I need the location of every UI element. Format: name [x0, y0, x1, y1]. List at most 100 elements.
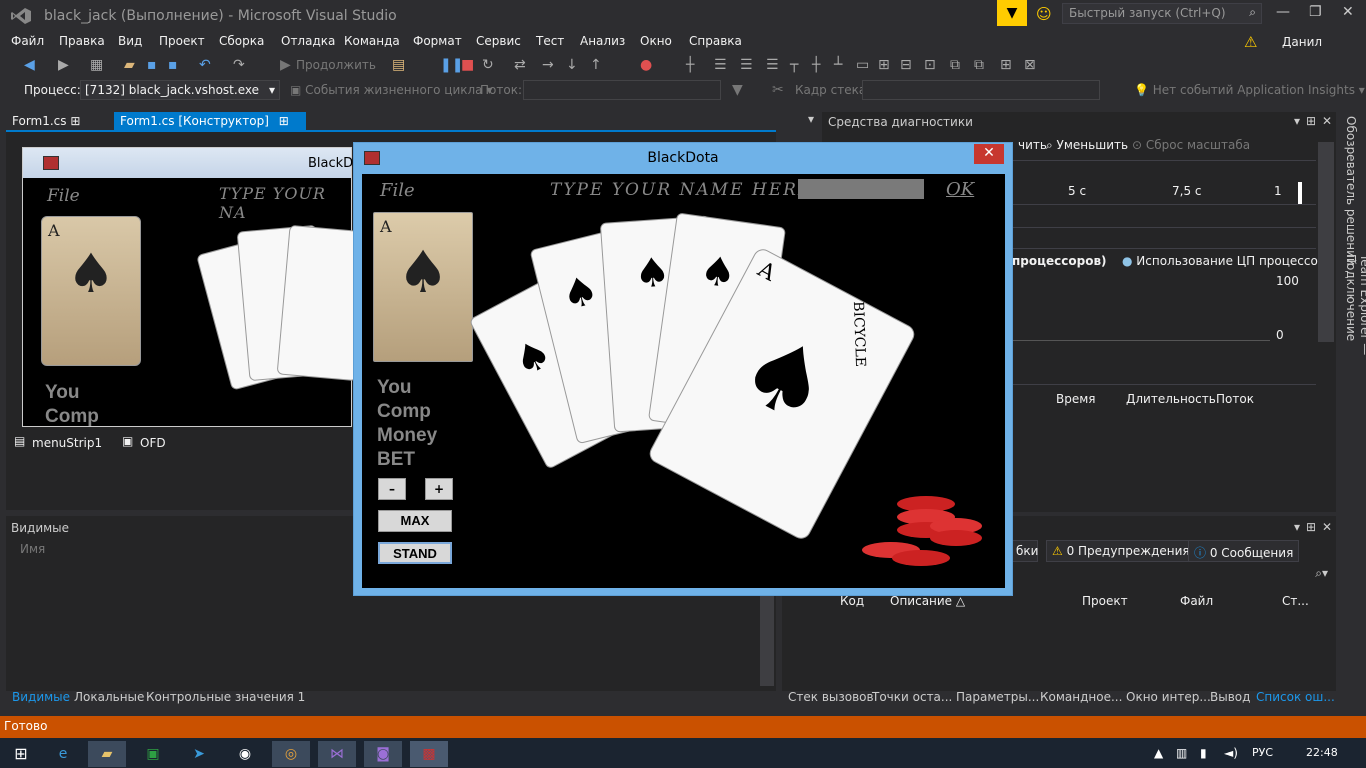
h-spacing-icon[interactable]: ⊞: [878, 57, 890, 73]
menu-help[interactable]: Справка: [689, 34, 742, 48]
maximize-button[interactable]: ❐: [1309, 4, 1322, 20]
align-middle-icon[interactable]: ┼: [812, 57, 820, 73]
tab-immediate-window[interactable]: Окно интер...: [1126, 690, 1211, 704]
menu-view[interactable]: Вид: [118, 34, 142, 48]
col-description[interactable]: Описание △: [890, 594, 965, 608]
diag-scrollbar[interactable]: [1318, 142, 1334, 342]
designer-form-preview[interactable]: BlackD File TYPE YOUR NA A ♠ You Comp: [22, 147, 370, 427]
align-grid-icon[interactable]: ┼: [686, 57, 694, 73]
designer-file-menu[interactable]: File: [47, 186, 80, 206]
visual-studio-icon[interactable]: ⋈: [318, 741, 356, 767]
step-out-icon[interactable]: ↑: [590, 57, 602, 73]
tab-breakpoints[interactable]: Точки оста...: [872, 690, 952, 704]
feedback-smile-icon[interactable]: ☺: [1036, 5, 1052, 23]
warnings-filter[interactable]: ⚠ 0 Предупреждения: [1046, 540, 1196, 562]
warning-icon[interactable]: ⚠: [1244, 33, 1257, 51]
menu-analyze[interactable]: Анализ: [580, 34, 625, 48]
max-button[interactable]: MAX: [378, 510, 452, 532]
menu-window[interactable]: Окно: [640, 34, 672, 48]
align-left-icon[interactable]: ☰: [714, 57, 727, 73]
volume-icon[interactable]: ◄): [1224, 746, 1238, 760]
menu-build[interactable]: Сборка: [219, 34, 264, 48]
col-project[interactable]: Проект: [1082, 594, 1128, 608]
windows-start-icon[interactable]: ⊞: [2, 741, 40, 767]
col-thread[interactable]: Поток: [1216, 392, 1254, 406]
col-line[interactable]: Ст...: [1282, 594, 1309, 608]
close-button[interactable]: ✕: [974, 144, 1004, 164]
tab-locals[interactable]: Локальные: [74, 690, 144, 704]
tab-error-list[interactable]: Список ош...: [1256, 690, 1335, 704]
bring-front-icon[interactable]: ⧉: [950, 57, 960, 73]
reset-zoom-button[interactable]: ⊙ Сброс масштаба: [1132, 138, 1250, 152]
tab-overflow-icon[interactable]: ▾: [808, 112, 814, 126]
save-icon[interactable]: ▪: [147, 57, 157, 73]
debug-target-icon[interactable]: ▤: [392, 57, 405, 73]
bet-decrease-button[interactable]: –: [378, 478, 406, 500]
ofd-component[interactable]: OFD: [140, 436, 166, 450]
thread-dropdown[interactable]: [523, 80, 721, 100]
pin-icon[interactable]: ⊞: [70, 114, 80, 128]
same-size-icon[interactable]: ▭: [856, 57, 869, 73]
align-bottom-icon[interactable]: ┴: [834, 57, 842, 73]
name-input[interactable]: [798, 179, 924, 199]
step-over-icon[interactable]: →: [542, 57, 554, 73]
tab-autos[interactable]: Видимые: [12, 690, 70, 704]
zoom-in-button[interactable]: чить: [1018, 138, 1047, 152]
messages-filter[interactable]: ⓘ 0 Сообщения: [1188, 540, 1300, 562]
network-icon[interactable]: ▥: [1176, 746, 1187, 760]
blackdota-task-icon[interactable]: ▩: [410, 741, 448, 767]
language-indicator[interactable]: РУС: [1252, 746, 1273, 759]
tab-output[interactable]: Вывод: [1210, 690, 1250, 704]
dropdown-icon[interactable]: ▾: [1294, 114, 1300, 128]
tab-solution-explorer[interactable]: Обозреватель решений: [1344, 116, 1358, 266]
tab-team-explorer[interactable]: Team Explorer — Подключение: [1344, 254, 1366, 442]
align-top-icon[interactable]: ┬: [790, 57, 798, 73]
excel-icon[interactable]: ▣: [134, 741, 172, 767]
menustrip-component[interactable]: menuStrip1: [32, 436, 102, 450]
tab-watch1[interactable]: Контрольные значения 1: [146, 690, 305, 704]
timeline-cursor[interactable]: [1298, 182, 1302, 204]
menu-file[interactable]: Файл: [11, 34, 44, 48]
chrome-icon[interactable]: ◎: [272, 741, 310, 767]
tab-command-window[interactable]: Командное...: [1040, 690, 1122, 704]
pin-icon[interactable]: ⊞: [1306, 114, 1316, 128]
internet-explorer-icon[interactable]: e: [44, 741, 82, 767]
redo-icon[interactable]: ↷: [233, 57, 245, 73]
quick-launch-input[interactable]: Быстрый запуск (Ctrl+Q) ⌕: [1062, 3, 1262, 24]
lock-controls-icon[interactable]: ⊠: [1024, 57, 1036, 73]
undo-icon[interactable]: ↶: [199, 57, 211, 73]
menu-project[interactable]: Проект: [159, 34, 205, 48]
tab-exception-settings[interactable]: Параметры...: [956, 690, 1039, 704]
lifecycle-events-dropdown[interactable]: ▣ События жизненного цикла ▾: [290, 83, 492, 97]
col-code[interactable]: Код: [840, 594, 864, 608]
breakpoint-icon[interactable]: ●: [640, 57, 652, 73]
locals-name-column[interactable]: Имя: [20, 542, 45, 556]
open-folder-icon[interactable]: ▰: [124, 57, 135, 73]
menu-edit[interactable]: Правка: [59, 34, 105, 48]
pin-icon[interactable]: ⊞: [279, 114, 289, 128]
tray-expand-icon[interactable]: ▲: [1154, 746, 1163, 760]
menu-debug[interactable]: Отладка: [281, 34, 335, 48]
save-all-icon[interactable]: ▪: [168, 57, 178, 73]
filter-icon[interactable]: ▼: [732, 82, 743, 98]
search-icon[interactable]: ⌕▾: [1315, 566, 1328, 581]
process-dropdown[interactable]: [7132] black_jack.vshost.exe ▾: [80, 80, 280, 100]
show-next-icon[interactable]: ⇄: [514, 57, 526, 73]
col-duration[interactable]: Длительность: [1126, 392, 1216, 406]
v-spacing-icon[interactable]: ⊟: [900, 57, 912, 73]
close-icon[interactable]: ✕: [1322, 114, 1332, 128]
flag-threads-icon[interactable]: ✂: [772, 82, 784, 98]
col-time[interactable]: Время: [1056, 392, 1096, 406]
zoom-out-button[interactable]: ⌕ Уменьшить: [1046, 138, 1128, 153]
ok-button[interactable]: OK: [946, 179, 974, 200]
stand-button[interactable]: STAND: [378, 542, 452, 564]
continue-icon[interactable]: ▶: [280, 57, 291, 73]
menu-format[interactable]: Формат: [413, 34, 462, 48]
file-explorer-icon[interactable]: ▰: [88, 741, 126, 767]
menu-tools[interactable]: Сервис: [476, 34, 521, 48]
pause-icon[interactable]: ❚❚: [440, 57, 463, 73]
align-center-icon[interactable]: ☰: [740, 57, 753, 73]
forward-icon[interactable]: ▶: [58, 57, 69, 73]
restart-icon[interactable]: ↻: [482, 57, 494, 73]
menu-team[interactable]: Команда: [344, 34, 400, 48]
